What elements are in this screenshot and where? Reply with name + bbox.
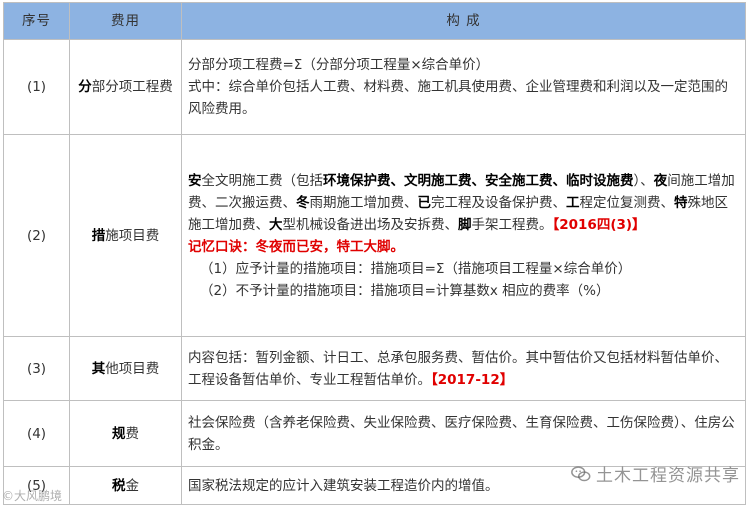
row-index: (2)	[3, 134, 70, 337]
table-row: (4) 规费 社会保险费（含养老保险费、失业保险费、医疗保险费、生育保险费、工伤…	[3, 400, 746, 467]
row-fee: 规费	[69, 400, 182, 467]
text-segment: 雨期施工增加费、	[309, 194, 418, 211]
measure-items-paragraph: 安全文明施工费（包括环境保护费、文明施工费、安全施工费、临时设施费）、夜间施工增…	[188, 170, 740, 236]
row-fee: 其他项目费	[69, 336, 182, 401]
bold-segment: 冬	[296, 194, 310, 211]
row-composition: 社会保险费（含养老保险费、失业保险费、医疗保险费、生育保险费、工伤保险费）、住房…	[181, 400, 746, 467]
bold-segment: 工	[566, 194, 580, 211]
fee-composition-table: 序号 费用 构 成 (1) 分部分项工程费 分部分项工程费=Σ（分部分项工程量×…	[3, 2, 746, 505]
exam-tag: 【2017-12】	[431, 371, 514, 388]
row-index: (3)	[3, 336, 70, 401]
bold-segment: 安	[188, 172, 202, 189]
text-segment: 完工程及设备保护费、	[431, 194, 566, 211]
row-index: (4)	[3, 400, 70, 467]
row-fee: 税金	[69, 466, 182, 505]
row-composition: 安全文明施工费（包括环境保护费、文明施工费、安全施工费、临时设施费）、夜间施工增…	[181, 134, 746, 337]
bold-segment: 大	[269, 216, 283, 233]
text-segment: 型机械设备进出场及安拆费、	[282, 216, 459, 233]
note-line: 式中：综合单价包括人工费、材料费、施工机具使用费、企业管理费和利润以及一定范围的…	[188, 79, 728, 117]
watermark-right-text: 土木工程资源共享	[596, 466, 740, 486]
sub-item-1: （1）应予计量的措施项目：措施项目=Σ（措施项目工程量×综合单价）	[200, 260, 632, 277]
table-row: (1) 分部分项工程费 分部分项工程费=Σ（分部分项工程量×综合单价） 式中：综…	[3, 39, 746, 135]
bold-segment: 已	[417, 194, 432, 211]
bold-segment: 环境保护费、文明施工费、安全施工费、临时设施费	[323, 172, 634, 189]
table-row: (3) 其他项目费 内容包括：暂列金额、计日工、总承包服务费、暂估价。其中暂估价…	[3, 336, 746, 401]
row-fee: 措施项目费	[69, 134, 182, 337]
sub-item-2: （2）不予计量的措施项目：措施项目=计算基数x 相应的费率（%）	[200, 282, 610, 299]
bold-segment: 夜	[653, 172, 668, 189]
mnemonic-line: 记忆口诀：冬夜而已安，特工大脚。	[188, 238, 404, 255]
row-composition: 分部分项工程费=Σ（分部分项工程量×综合单价） 式中：综合单价包括人工费、材料费…	[181, 39, 746, 135]
text-segment: 程定位复测费、	[579, 194, 675, 211]
bold-segment: 特	[674, 194, 688, 211]
watermark-left: ©大风鹏境	[2, 489, 63, 503]
bold-segment: 脚	[458, 216, 472, 233]
row-index: (1)	[3, 39, 70, 135]
table-header-row: 序号 费用 构 成	[3, 2, 746, 40]
header-composition: 构 成	[181, 2, 746, 40]
text-segment: 手架工程费。	[471, 216, 553, 233]
text-segment: ）、	[633, 172, 654, 189]
exam-tag: 【2016四(3)】	[552, 216, 646, 233]
row-composition: 内容包括：暂列金额、计日工、总承包服务费、暂估价。其中暂估价又包括材料暂估单价、…	[181, 336, 746, 401]
formula-line: 分部分项工程费=Σ（分部分项工程量×综合单价）	[188, 57, 490, 73]
watermark-right: 土木工程资源共享	[570, 461, 740, 486]
header-fee: 费用	[69, 2, 182, 40]
row-fee: 分部分项工程费	[69, 39, 182, 135]
header-index: 序号	[3, 2, 70, 40]
wechat-icon	[571, 465, 591, 481]
text-segment: 全文明施工费（包括	[201, 172, 324, 189]
table-row: (2) 措施项目费 安全文明施工费（包括环境保护费、文明施工费、安全施工费、临时…	[3, 134, 746, 337]
